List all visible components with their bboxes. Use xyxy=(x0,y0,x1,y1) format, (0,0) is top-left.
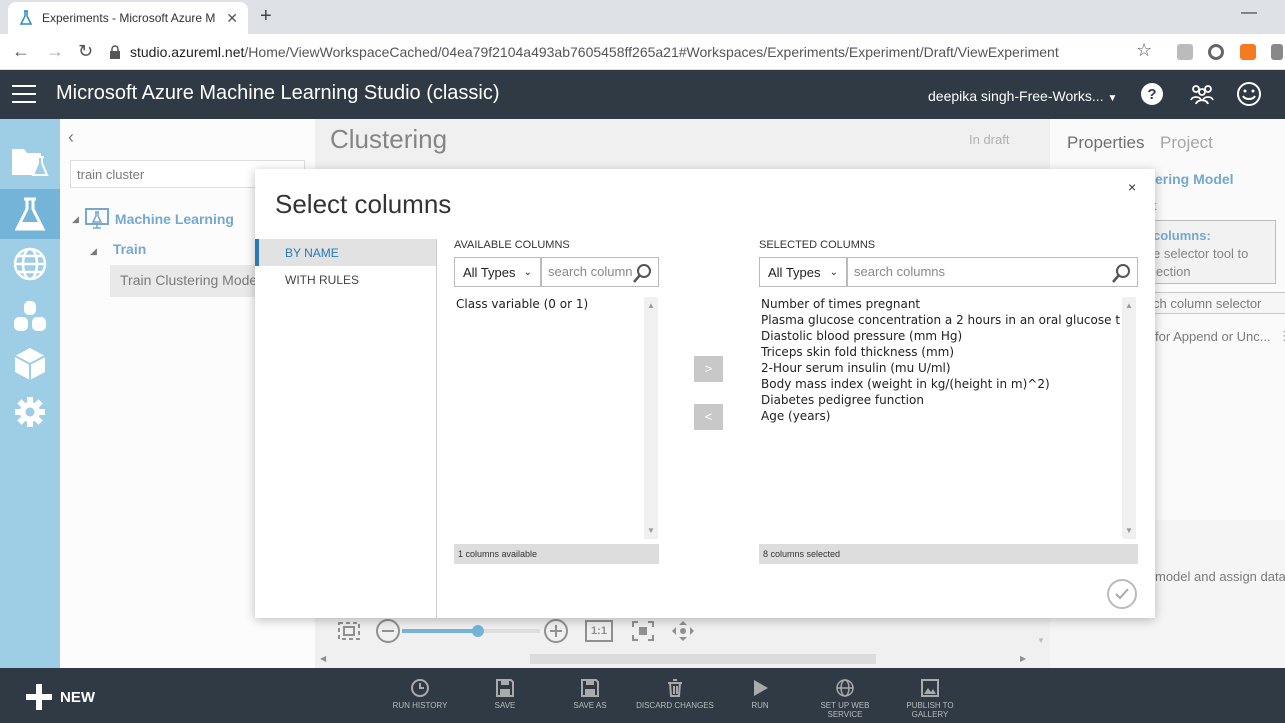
selected-columns-list[interactable]: Number of times pregnant Plasma glucose c… xyxy=(759,297,1122,539)
cmd-label: RUN xyxy=(751,701,769,710)
save-as-icon xyxy=(581,679,599,697)
close-tab-icon[interactable]: ✕ xyxy=(226,10,238,27)
tab-by-name[interactable]: BY NAME xyxy=(255,239,436,266)
tab-with-rules[interactable]: WITH RULES xyxy=(255,266,436,293)
bookmark-star-icon[interactable]: ☆ xyxy=(1136,40,1152,61)
discard-changes-button[interactable]: DISCARD CHANGES xyxy=(635,678,715,710)
run-button[interactable]: RUN xyxy=(720,678,800,710)
available-columns-label: AVAILABLE COLUMNS xyxy=(454,239,570,251)
publish-to-gallery-button[interactable]: PUBLISH TO GALLERY xyxy=(890,678,970,719)
chevron-down-icon: ⌄ xyxy=(829,266,838,278)
hamburger-menu-icon[interactable] xyxy=(12,85,36,103)
trash-icon xyxy=(668,679,682,697)
scroll-up-icon[interactable]: ▲ xyxy=(647,301,655,310)
confirm-button[interactable] xyxy=(1107,579,1137,609)
reload-icon[interactable]: ↻ xyxy=(78,41,93,62)
save-icon xyxy=(496,679,514,697)
selected-column-item[interactable]: Diastolic blood pressure (mm Hg) xyxy=(759,329,1122,345)
selected-column-item[interactable]: Triceps skin fold thickness (mm) xyxy=(759,345,1122,361)
selected-columns-label: SELECTED COLUMNS xyxy=(759,239,876,251)
save-as-button[interactable]: SAVE AS xyxy=(550,678,630,710)
globe-icon xyxy=(836,679,854,697)
available-list-scrollbar[interactable]: ▲ ▼ xyxy=(644,297,658,539)
address-bar: ← → ↻ studio.azureml.net/Home/ViewWorksp… xyxy=(0,34,1285,70)
search-icon[interactable] xyxy=(632,262,654,284)
cmd-label: SAVE xyxy=(494,701,516,710)
cmd-label: DISCARD CHANGES xyxy=(636,701,714,710)
community-icon[interactable] xyxy=(1188,80,1216,108)
extension-cast-icon[interactable] xyxy=(1177,44,1193,60)
set-up-web-service-button[interactable]: SET UP WEB SERVICE xyxy=(805,678,885,719)
browser-tab-bar: Experiments - Microsoft Azure M ✕ + — xyxy=(0,0,1285,34)
close-icon[interactable]: × xyxy=(1128,179,1136,195)
plus-icon xyxy=(26,684,52,710)
tab-title: Experiments - Microsoft Azure M xyxy=(42,11,216,25)
available-type-select[interactable]: All Types ⌄ xyxy=(454,257,541,287)
flask-icon xyxy=(19,10,33,25)
cmd-label: SET UP WEB SERVICE xyxy=(820,701,870,719)
run-history-button[interactable]: RUN HISTORY xyxy=(380,678,460,710)
selected-type-value: All Types xyxy=(768,264,821,280)
play-icon xyxy=(754,680,768,696)
save-button[interactable]: SAVE xyxy=(465,678,545,710)
url-host: studio.azureml.net xyxy=(130,44,245,60)
scroll-down-icon[interactable]: ▼ xyxy=(647,526,655,535)
remove-column-button[interactable]: < xyxy=(694,404,723,430)
available-search-placeholder: search columns xyxy=(548,264,640,279)
scroll-down-icon[interactable]: ▼ xyxy=(1125,526,1133,535)
available-type-value: All Types xyxy=(463,264,516,280)
minimize-window-icon[interactable]: — xyxy=(1241,4,1257,22)
available-search-input[interactable]: search columns xyxy=(541,257,659,287)
extension-r-icon[interactable] xyxy=(1240,44,1256,60)
forward-arrow-icon[interactable]: → xyxy=(46,41,64,62)
available-count: 1 columns available xyxy=(454,544,659,564)
cmd-label: RUN HISTORY xyxy=(392,701,448,710)
dialog-title: Select columns xyxy=(275,189,452,219)
scroll-up-icon[interactable]: ▲ xyxy=(1125,301,1133,310)
clock-icon xyxy=(411,679,429,697)
chevron-down-icon: ⌄ xyxy=(523,266,532,278)
selected-search-placeholder: search columns xyxy=(854,264,946,279)
browser-tab[interactable]: Experiments - Microsoft Azure M ✕ xyxy=(8,2,248,34)
lock-icon xyxy=(110,45,120,59)
command-bar: NEW RUN HISTORY SAVE SAVE AS DISCARD CHA… xyxy=(0,668,1285,723)
selected-column-item[interactable]: Body mass index (weight in kg/(height in… xyxy=(759,377,1122,393)
cmd-label: PUBLISH TO GALLERY xyxy=(906,701,954,719)
new-label: NEW xyxy=(60,688,95,706)
selected-search-input[interactable]: search columns xyxy=(847,257,1138,287)
gallery-icon xyxy=(921,679,939,697)
cmd-label: SAVE AS xyxy=(573,701,607,710)
select-columns-dialog: × Select columns BY NAME WITH RULES AVAI… xyxy=(255,169,1155,618)
selected-column-item[interactable]: Plasma glucose concentration a 2 hours i… xyxy=(759,313,1122,329)
new-tab-icon[interactable]: + xyxy=(260,5,272,28)
selected-list-scrollbar[interactable]: ▲ ▼ xyxy=(1122,297,1136,539)
extension-puzzle-icon[interactable] xyxy=(1271,44,1283,60)
selected-column-item[interactable]: Number of times pregnant xyxy=(759,297,1122,313)
app-header: Microsoft Azure Machine Learning Studio … xyxy=(0,70,1285,119)
search-icon[interactable] xyxy=(1111,262,1133,284)
checkmark-icon xyxy=(1115,588,1129,600)
selection-mode-nav: BY NAME WITH RULES xyxy=(255,239,437,618)
selected-type-select[interactable]: All Types ⌄ xyxy=(759,257,847,287)
chevron-down-icon: ▼ xyxy=(1107,93,1118,104)
available-columns-list[interactable]: Class variable (0 or 1) xyxy=(454,297,644,539)
url-field[interactable]: studio.azureml.net/Home/ViewWorkspaceCac… xyxy=(108,38,1166,66)
extension-circle-icon[interactable] xyxy=(1208,44,1224,60)
workspace-selector[interactable]: deepika singh-Free-Works... ▼ xyxy=(928,88,1117,104)
workspace-name: deepika singh-Free-Works... xyxy=(928,88,1104,104)
available-column-item[interactable]: Class variable (0 or 1) xyxy=(454,297,644,313)
help-icon[interactable]: ? xyxy=(1138,80,1166,108)
selected-column-item[interactable]: Age (years) xyxy=(759,409,1122,425)
selected-count: 8 columns selected xyxy=(759,544,1138,564)
url-path: /Home/ViewWorkspaceCached/04ea79f2104a49… xyxy=(244,44,1059,60)
svg-text:?: ? xyxy=(1147,86,1156,103)
new-button[interactable]: NEW xyxy=(26,684,95,710)
app-title: Microsoft Azure Machine Learning Studio … xyxy=(56,82,500,104)
smiley-feedback-icon[interactable] xyxy=(1235,80,1263,108)
selected-column-item[interactable]: Diabetes pedigree function xyxy=(759,393,1122,409)
add-column-button[interactable]: > xyxy=(694,356,723,382)
back-arrow-icon[interactable]: ← xyxy=(12,41,30,62)
selected-column-item[interactable]: 2-Hour serum insulin (mu U/ml) xyxy=(759,361,1122,377)
